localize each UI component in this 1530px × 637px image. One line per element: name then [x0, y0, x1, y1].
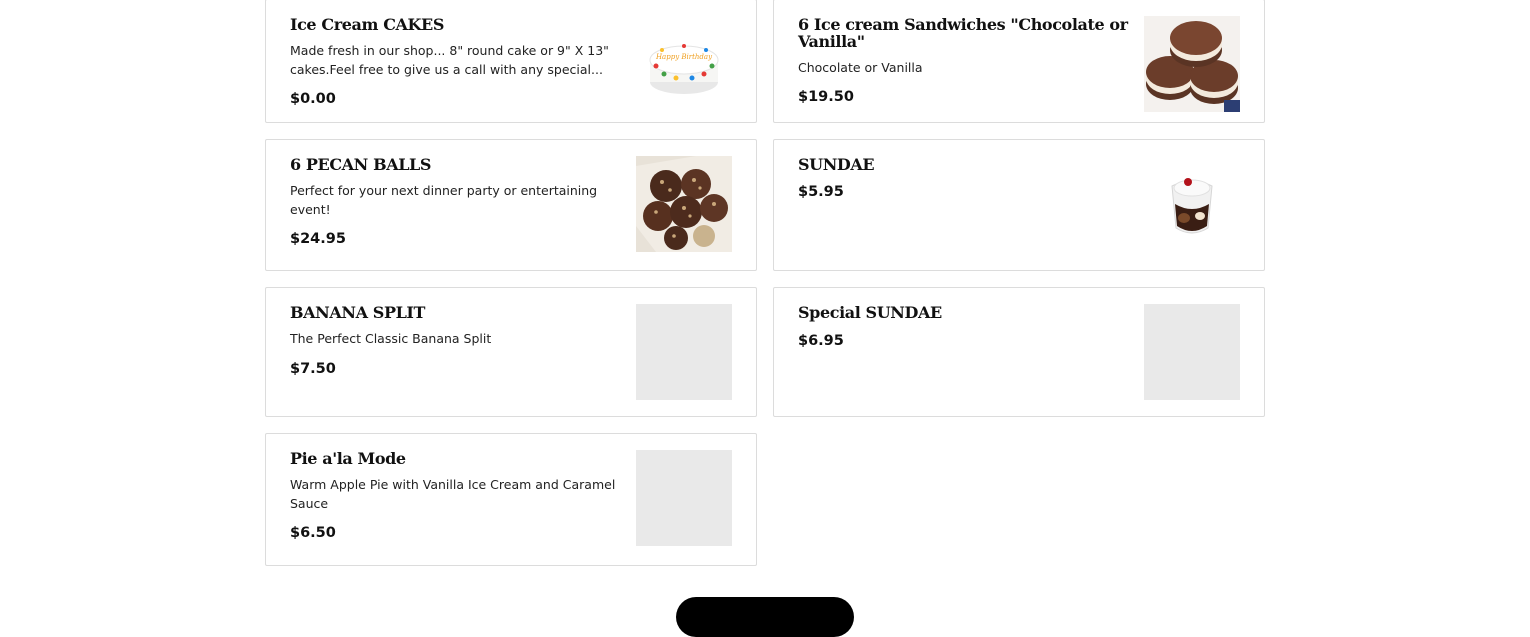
cake-inscription: Happy Birthday: [655, 53, 713, 61]
menu-item-text: 6 Ice cream Sandwiches "Chocolate or Van…: [798, 16, 1134, 105]
menu-item-description: Made fresh in our shop... 8" round cake …: [290, 43, 609, 77]
sundae-illustration: [1171, 178, 1213, 234]
menu-grid: Ice Cream CAKES Made fresh in our shop..…: [265, 0, 1265, 566]
pecan-balls-illustration: [636, 156, 732, 252]
image-placeholder: [1144, 304, 1240, 400]
menu-item-text: 6 PECAN BALLS Perfect for your next dinn…: [290, 156, 626, 247]
menu-item-title: Ice Cream CAKES: [290, 15, 444, 34]
menu-item-text: SUNDAE $5.95: [798, 156, 1134, 200]
ice-cream-sandwich-image: [1144, 16, 1240, 112]
menu-item-text: Special SUNDAE $6.95: [798, 304, 1134, 349]
menu-item-card[interactable]: SUNDAE $5.95: [773, 139, 1265, 271]
menu-item-price: $5.95: [798, 184, 844, 200]
menu-item-card[interactable]: Pie a'la Mode Warm Apple Pie with Vanill…: [265, 433, 757, 566]
ice-cream-sandwich-illustration: [1144, 16, 1240, 112]
menu-item-text: BANANA SPLIT The Perfect Classic Banana …: [290, 304, 626, 377]
menu-item-title: Special SUNDAE: [798, 303, 942, 322]
menu-item-text: Pie a'la Mode Warm Apple Pie with Vanill…: [290, 450, 626, 541]
menu-item-description: Warm Apple Pie with Vanilla Ice Cream an…: [290, 477, 616, 511]
menu-item-description: Perfect for your next dinner party or en…: [290, 183, 598, 217]
pecan-balls-image: [636, 156, 732, 252]
menu-item-price: $6.50: [290, 525, 336, 541]
menu-item-card[interactable]: BANANA SPLIT The Perfect Classic Banana …: [265, 287, 757, 417]
menu-item-price: $0.00: [290, 91, 336, 107]
menu-item-description: The Perfect Classic Banana Split: [290, 331, 492, 346]
menu-item-title: 6 PECAN BALLS: [290, 155, 432, 174]
cake-illustration: Happy Birthday: [649, 44, 719, 94]
menu-item-title: Pie a'la Mode: [290, 449, 406, 468]
menu-item-price: $6.95: [798, 333, 844, 349]
menu-item-text: Ice Cream CAKES Made fresh in our shop..…: [290, 16, 626, 107]
menu-item-card[interactable]: 6 PECAN BALLS Perfect for your next dinn…: [265, 139, 757, 271]
menu-item-card[interactable]: Ice Cream CAKES Made fresh in our shop..…: [265, 0, 757, 123]
view-more-button[interactable]: [676, 597, 854, 637]
menu-item-price: $7.50: [290, 360, 336, 377]
menu-item-card[interactable]: Special SUNDAE $6.95: [773, 287, 1265, 417]
image-placeholder: [636, 304, 732, 400]
menu-item-title: BANANA SPLIT: [290, 303, 426, 322]
menu-item-title: 6 Ice cream Sandwiches "Chocolate or Van…: [798, 15, 1128, 51]
image-placeholder: [636, 450, 732, 546]
birthday-cake-image: Happy Birthday: [636, 16, 732, 112]
menu-item-card[interactable]: 6 Ice cream Sandwiches "Chocolate or Van…: [773, 0, 1265, 123]
menu-item-price: $19.50: [798, 88, 854, 105]
menu-item-title: SUNDAE: [798, 155, 875, 174]
menu-item-price: $24.95: [290, 231, 346, 247]
sundae-image: [1144, 156, 1240, 252]
menu-item-description: Chocolate or Vanilla: [798, 60, 923, 75]
